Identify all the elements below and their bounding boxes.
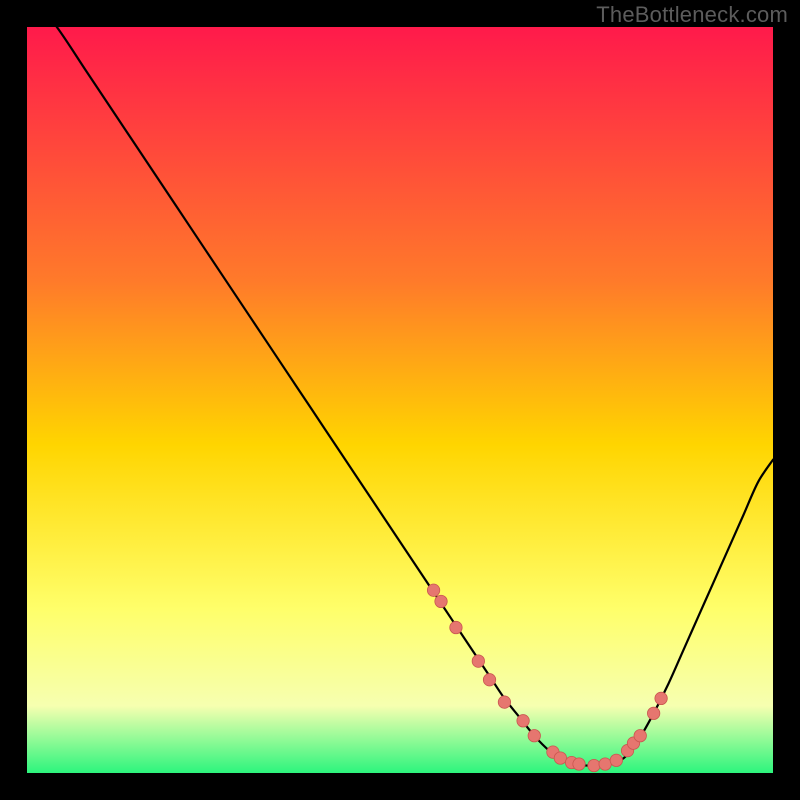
marker-point [647, 707, 659, 719]
marker-point [517, 715, 529, 727]
marker-point [450, 621, 462, 633]
watermark-text: TheBottleneck.com [596, 2, 788, 28]
marker-point [554, 752, 566, 764]
gradient-background [27, 27, 773, 773]
marker-point [610, 754, 622, 766]
chart-svg [27, 27, 773, 773]
marker-point [435, 595, 447, 607]
marker-point [573, 758, 585, 770]
marker-point [427, 584, 439, 596]
marker-point [655, 692, 667, 704]
marker-point [599, 758, 611, 770]
marker-point [472, 655, 484, 667]
marker-point [588, 759, 600, 771]
bottleneck-chart [27, 27, 773, 773]
chart-frame: TheBottleneck.com [0, 0, 800, 800]
marker-point [528, 730, 540, 742]
marker-point [634, 730, 646, 742]
marker-point [483, 674, 495, 686]
marker-point [498, 696, 510, 708]
